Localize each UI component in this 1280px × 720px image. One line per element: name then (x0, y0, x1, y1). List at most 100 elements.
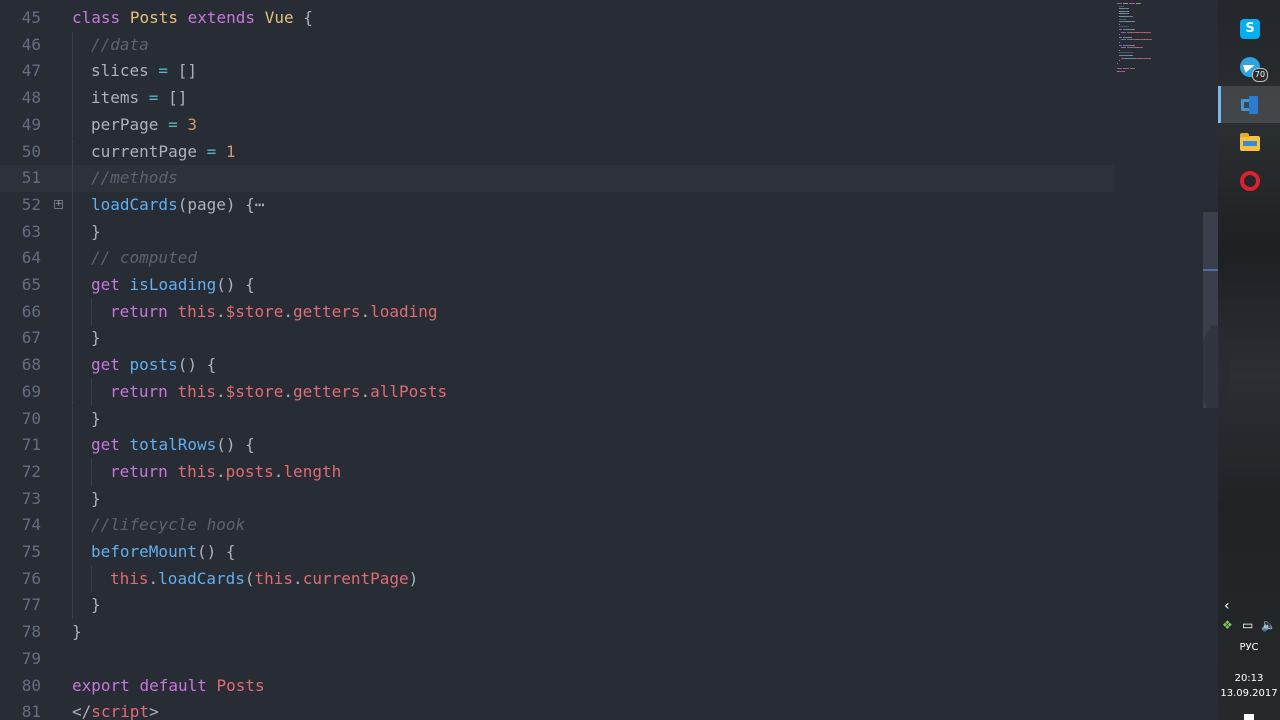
indent-guide (72, 458, 73, 486)
indent-guide (72, 245, 73, 272)
code-line[interactable]: 72 return this.posts.length (0, 458, 1115, 486)
code-text: return this.$store.getters.allPosts (110, 379, 447, 406)
dropbox-icon[interactable]: ❖ (1222, 618, 1233, 632)
code-line[interactable]: 80 export default Posts (0, 673, 1115, 700)
code-line[interactable]: 78} (0, 619, 1115, 646)
code-editor[interactable]: 45 class Posts extends Vue {46//data 47 sli… (0, 0, 1218, 720)
token-ident (130, 676, 140, 695)
indent-guide (72, 165, 73, 192)
code-line[interactable]: 51 //methods (0, 165, 1115, 192)
token-keyword: get (91, 275, 120, 294)
clock-time[interactable]: 20:13 (1218, 673, 1280, 684)
code-line[interactable]: 63} (0, 218, 1115, 246)
code-line[interactable]: 81 </script> (0, 699, 1115, 720)
token-keyword: default (139, 675, 207, 695)
code-text: } (91, 486, 101, 513)
minimap-token (1128, 13, 1129, 15)
taskbar-app-vscode[interactable] (1218, 86, 1280, 123)
clock-date[interactable]: 13.09.2017 (1218, 688, 1280, 699)
line-number: 74 (21, 515, 41, 535)
volume-icon[interactable]: 🔈 (1261, 618, 1276, 632)
code-line[interactable]: 64 // computed (0, 245, 1115, 272)
code-text: get totalRows() { (91, 432, 255, 459)
taskbar-app-skype[interactable]: S (1218, 10, 1280, 47)
indent-guide (72, 58, 73, 86)
scrollbar-cursor-marker (1203, 269, 1218, 271)
token-punct: () { (216, 435, 255, 455)
minimap-token (1127, 21, 1134, 23)
action-center-icon[interactable] (1244, 714, 1254, 720)
minimap-token (1121, 31, 1126, 33)
code-line[interactable]: 50 currentPage = 1 (0, 138, 1115, 166)
code-line[interactable]: 67} (0, 325, 1115, 353)
token-punct: . (360, 381, 371, 401)
code-line[interactable]: 69 return this.$store.getters.allPosts (0, 378, 1115, 406)
token-punct: . (215, 381, 226, 401)
windows-taskbar: S 70 ‹ ❖ ▭ 🔈 РУС 20:13 13.09.2017 (1200, 0, 1280, 720)
minimap-token (1127, 10, 1129, 12)
skype-icon: S (1240, 19, 1260, 39)
input-language-indicator[interactable]: РУС (1218, 642, 1280, 653)
code-text: } (91, 219, 101, 246)
code-text: //data (91, 32, 149, 59)
minimap-token (1119, 29, 1122, 30)
token-ident: currentPage (91, 141, 197, 161)
code-line[interactable]: 74 //lifecycle hook (0, 512, 1115, 539)
show-hidden-icons-chevron-icon[interactable]: ‹ (1224, 598, 1238, 614)
indent-guide (72, 485, 73, 513)
token-punct: } (91, 408, 101, 428)
taskbar-app-telegram[interactable]: 70 (1218, 48, 1280, 85)
taskbar-app-opera[interactable] (1218, 162, 1280, 199)
minimap[interactable] (1115, 0, 1203, 720)
code-line[interactable]: 71 get totalRows() { (0, 432, 1115, 459)
code-line[interactable]: 45 class Posts extends Vue { (0, 5, 1115, 32)
token-punct: . (273, 461, 284, 481)
code-line[interactable]: 73} (0, 485, 1115, 513)
taskbar-app-file-explorer[interactable] (1218, 124, 1280, 161)
indent-guide (91, 458, 92, 486)
token-punct: . (148, 568, 159, 588)
token-punct: ) (408, 568, 419, 588)
code-line[interactable]: 79 (0, 646, 1115, 673)
line-number: 50 (21, 141, 41, 161)
token-this: Posts (216, 675, 265, 695)
token-this: this (254, 568, 294, 588)
code-line[interactable]: 75 beforeMount() { (0, 539, 1115, 566)
minimap-token (1119, 16, 1129, 17)
minimap-token (1150, 57, 1151, 59)
indent-guide (72, 218, 73, 246)
code-text: class Posts extends Vue { (72, 5, 313, 32)
code-text: get isLoading() { (91, 272, 255, 299)
expand-fold-icon[interactable]: + (54, 199, 63, 209)
minimap-token (1127, 8, 1129, 10)
minimap-token (1145, 39, 1152, 41)
line-number: 67 (21, 328, 41, 348)
indent-guide (72, 432, 73, 459)
code-line[interactable]: 65 get isLoading() { (0, 272, 1115, 299)
network-icon[interactable]: ▭ (1242, 618, 1253, 632)
code-line[interactable]: 77} (0, 592, 1115, 620)
line-number: 68 (21, 355, 41, 375)
code-line[interactable]: 49 perPage = 3 (0, 111, 1115, 139)
indent-guide (91, 378, 92, 406)
code-line[interactable]: 47 slices = [] (0, 58, 1115, 86)
code-line[interactable]: 48 items = [] (0, 85, 1115, 112)
code-line[interactable]: 66 return this.$store.getters.loading (0, 298, 1115, 326)
token-ident (178, 8, 188, 27)
vscode-icon (1240, 95, 1260, 115)
code-text: return this.posts.length (110, 459, 341, 486)
code-line[interactable]: 68 get posts() { (0, 352, 1115, 379)
token-keyword: export (72, 675, 130, 695)
token-func: beforeMount (91, 542, 197, 561)
code-text: export default Posts (72, 673, 265, 700)
code-line[interactable]: 76 this.loadCards(this.currentPage) (0, 565, 1115, 593)
line-number: 52 (21, 194, 41, 214)
code-line[interactable]: 70} (0, 405, 1115, 433)
code-line[interactable]: 46 //data (0, 31, 1115, 59)
token-class: Posts (129, 8, 178, 27)
code-line[interactable]: 52 + loadCards(page) {⋯ (0, 191, 1115, 219)
indent-guide (72, 111, 73, 139)
minimap-token (1130, 68, 1135, 69)
line-number: 75 (21, 542, 41, 561)
line-number: 47 (21, 61, 41, 81)
